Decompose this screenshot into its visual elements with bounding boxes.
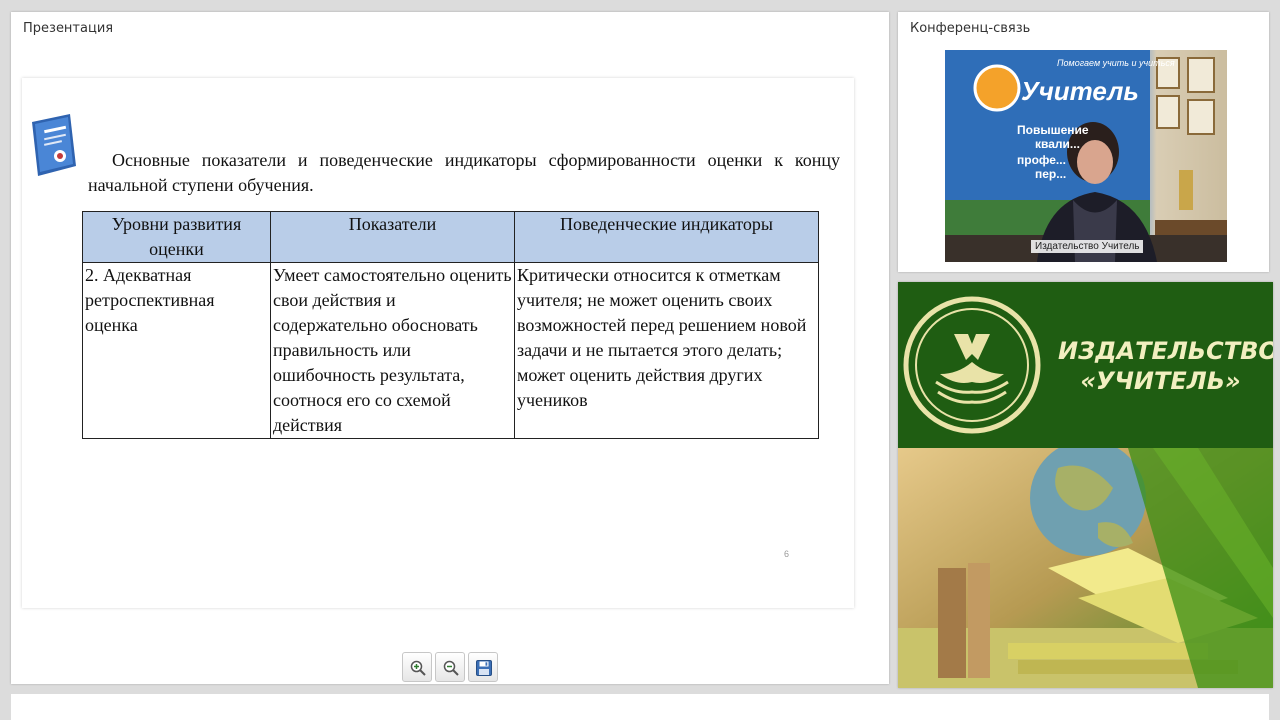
slide-page-number: 6 [784,549,790,559]
video-backdrop-text: Помогаем учить и учиться [1057,58,1175,68]
column-header: Уровни развития оценки [82,211,271,263]
video-backdrop-text: пер... [1035,167,1066,181]
video-backdrop-text: квали... [1035,137,1080,151]
conference-title: Конференц-связь [910,21,1031,36]
publisher-name: ИЗДАТЕЛЬСТВО «УЧИТЕЛЬ» [1058,336,1273,396]
video-frame: Помогаем учить и учиться Учитель Повышен… [945,50,1227,262]
banner-books-image [898,440,1273,688]
table-header-row: Уровни развития оценки Показатели Поведе… [82,211,819,263]
publisher-name-line: ИЗДАТЕЛЬСТВО [1058,337,1273,365]
table-cell: 2. Адекватная ретроспективная оценка [82,262,271,439]
bottom-bar [11,694,1269,720]
column-header: Показатели [270,211,515,263]
table-cell: Критически относится к отметкам учителя;… [514,262,819,439]
publisher-name-line: «УЧИТЕЛЬ» [1080,367,1241,395]
banner-logo-area: ИЗДАТЕЛЬСТВО «УЧИТЕЛЬ» [898,282,1273,448]
slide-heading: Основные показатели и поведенческие инди… [88,150,840,195]
column-header: Поведенческие индикаторы [514,211,819,263]
books-globe-image [898,440,1273,688]
video-backdrop-text: профе... [1017,153,1066,167]
slide-table: Уровни развития оценки Показатели Поведе… [82,211,819,439]
video-backdrop-text: Повышение [1017,123,1089,137]
table-cell: Умеет самостоятельно оценить свои действ… [270,262,515,439]
zoom-out-button[interactable] [435,652,465,682]
floppy-disk-icon [476,660,492,676]
publisher-banner: ИЗДАТЕЛЬСТВО «УЧИТЕЛЬ» [898,282,1273,688]
zoom-out-icon [443,660,459,676]
conference-panel: Конференц-связь Помогаем учить и учиться… [898,12,1269,272]
table-row: 2. Адекватная ретроспективная оценка Уме… [82,262,819,439]
video-backdrop-text: Учитель [1021,76,1139,106]
presentation-panel: Презентация Основные показатели и поведе… [11,12,889,684]
zoom-in-button[interactable] [402,652,432,682]
publisher-logo-icon [903,296,1041,434]
save-button[interactable] [468,652,498,682]
presentation-title: Презентация [23,21,114,36]
video-feed[interactable]: Помогаем учить и учиться Учитель Повышен… [945,50,1227,262]
zoom-in-icon [410,660,426,676]
slide: Основные показатели и поведенческие инди… [22,78,854,608]
participant-name-label: Издательство Учитель [1031,240,1144,253]
book-cover-icon [32,114,76,176]
